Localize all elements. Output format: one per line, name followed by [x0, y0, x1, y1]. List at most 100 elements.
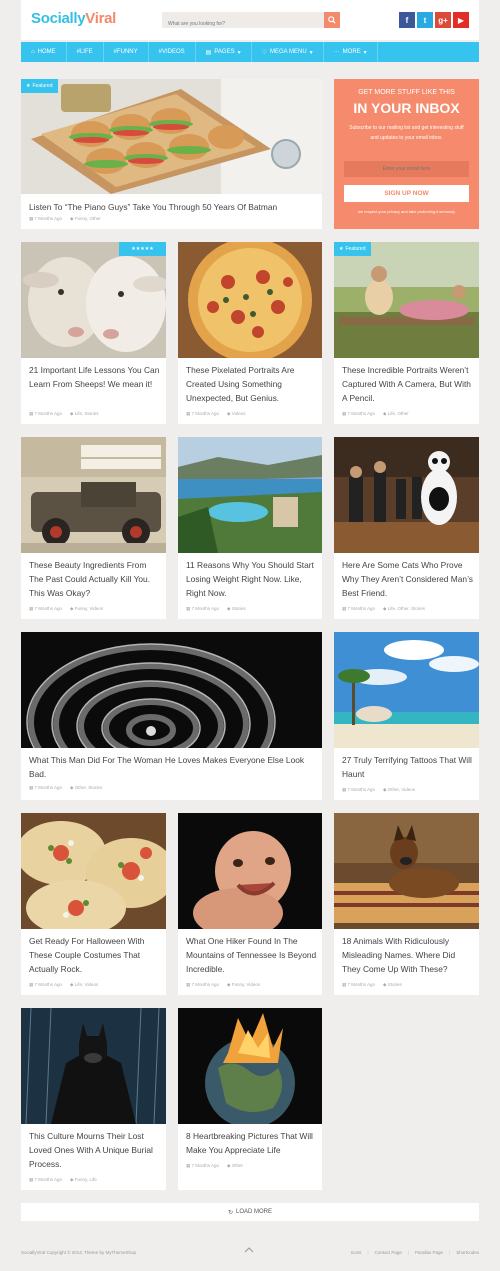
post-image[interactable] [178, 437, 322, 553]
post-card[interactable]: These Beauty Ingredients From The Past C… [21, 437, 166, 619]
search-input[interactable] [162, 16, 320, 32]
nav-item-home[interactable]: ⌂ HOME [21, 42, 67, 62]
featured-label: Featured [345, 246, 366, 252]
post-time: 7 Months Ago [347, 606, 376, 611]
post-title[interactable]: Here Are Some Cats Who Prove Why They Ar… [342, 558, 474, 600]
post-image[interactable] [178, 242, 322, 358]
post-card-featured[interactable]: ★ Featured These Incredible Portraits Wer… [334, 242, 479, 424]
post-image[interactable] [178, 1008, 322, 1124]
facebook-icon[interactable]: f [399, 12, 415, 28]
post-categories[interactable]: Funny, Life [75, 1177, 97, 1182]
post-card-featured[interactable]: ★ Featured Listen To “The Piano Guys” Tak… [21, 79, 322, 229]
rating-badge: ★★★★★ [119, 242, 166, 256]
post-title[interactable]: What This Man Did For The Woman He Loves… [29, 753, 317, 781]
search-button[interactable] [324, 12, 340, 28]
footer-link-parallax[interactable]: Parallax Page [415, 1250, 443, 1255]
post-categories[interactable]: Funny, Other [75, 216, 101, 221]
post-categories[interactable]: Funny, Videos [232, 982, 260, 987]
nav-item-videos[interactable]: #VIDEOS [149, 42, 196, 62]
post-image[interactable] [334, 632, 479, 748]
post-card[interactable]: What This Man Did For The Woman He Loves… [21, 632, 322, 800]
google-plus-icon[interactable]: g+ [435, 12, 451, 28]
post-meta: ▦ 7 Months Ago ◆ Stories [342, 982, 402, 988]
post-categories[interactable]: Life, Other, Stories [388, 606, 425, 611]
post-title[interactable]: 27 Truly Terrifying Tattoos That Will Ha… [342, 753, 474, 781]
post-title[interactable]: These Incredible Portraits Weren’t Captu… [342, 363, 474, 405]
post-categories[interactable]: Life, Other [388, 411, 409, 416]
post-image[interactable] [21, 813, 166, 929]
post-image[interactable] [21, 242, 166, 358]
post-time: 7 Months Ago [34, 1177, 63, 1182]
post-categories[interactable]: Videos [232, 411, 246, 416]
signup-button[interactable]: SIGN UP NOW [344, 185, 469, 202]
calendar-icon: ▦ 7 Months Ago [29, 785, 63, 790]
nav-label: #VIDEOS [158, 49, 185, 55]
post-title[interactable]: 8 Heartbreaking Pictures That Will Make … [186, 1129, 318, 1157]
post-card[interactable]: Get Ready For Halloween With These Coupl… [21, 813, 166, 995]
post-title[interactable]: Listen To “The Piano Guys” Take You Thro… [29, 200, 314, 214]
post-title[interactable]: What One Hiker Found In The Mountains of… [186, 934, 318, 976]
post-image[interactable] [21, 1008, 166, 1124]
tag-icon: ◆ Life, Videos [70, 982, 99, 987]
tag-icon: ◆ Stories [383, 982, 402, 987]
post-title[interactable]: Get Ready For Halloween With These Coupl… [29, 934, 161, 976]
twitter-icon[interactable]: t [417, 12, 433, 28]
post-card[interactable]: 11 Reasons Why You Should Start Losing W… [178, 437, 322, 619]
footer-link-contact[interactable]: Contact Page [375, 1250, 402, 1255]
post-categories[interactable]: Life, Videos [75, 982, 98, 987]
post-image[interactable] [21, 437, 166, 553]
ellipsis-icon: ··· [333, 49, 340, 55]
post-image[interactable] [334, 813, 479, 929]
post-card[interactable]: These Pixelated Portraits Are Created Us… [178, 242, 322, 424]
nav-item-life[interactable]: #LIFE [67, 42, 104, 62]
post-card[interactable]: This Culture Mourns Their Lost Loved One… [21, 1008, 166, 1190]
post-card[interactable]: 8 Heartbreaking Pictures That Will Make … [178, 1008, 322, 1190]
post-card[interactable]: 27 Truly Terrifying Tattoos That Will Ha… [334, 632, 479, 800]
post-title[interactable]: These Pixelated Portraits Are Created Us… [186, 363, 318, 405]
calendar-icon: ▦ 7 Months Ago [29, 216, 63, 221]
post-card[interactable]: What One Hiker Found In The Mountains of… [178, 813, 322, 995]
post-title[interactable]: 21 Important Life Lessons You Can Learn … [29, 363, 161, 391]
main-nav: ⌂ HOME #LIFE #FUNNY #VIDEOS ▤ PAGES ▾ ♡ MEGA… [21, 42, 479, 62]
post-image[interactable] [334, 437, 479, 553]
post-title[interactable]: These Beauty Ingredients From The Past C… [29, 558, 161, 600]
tag-icon: ◆ Other, Videos [383, 787, 415, 792]
post-title[interactable]: 11 Reasons Why You Should Start Losing W… [186, 558, 318, 600]
post-categories[interactable]: Funny, Videos [75, 606, 103, 611]
nav-item-more[interactable]: ··· MORE ▾ [324, 42, 378, 62]
footer-separator: | [367, 1250, 369, 1255]
post-categories[interactable]: Other [232, 1163, 243, 1168]
post-image[interactable] [21, 79, 322, 194]
post-card[interactable]: ★★★★★ 21 Important Life Lessons You Can … [21, 242, 166, 424]
post-card[interactable]: 18 Animals With Ridiculously Misleading … [334, 813, 479, 995]
newsletter-description: Subscribe to our mailing list and get in… [349, 125, 464, 141]
post-time: 7 Months Ago [191, 982, 220, 987]
post-categories[interactable]: Other, Videos [388, 787, 415, 792]
post-categories[interactable]: Life, Stories [75, 411, 99, 416]
nav-item-funny[interactable]: #FUNNY [104, 42, 149, 62]
post-image[interactable] [334, 242, 479, 358]
footer-link-shortcodes[interactable]: Shortcodes [456, 1250, 479, 1255]
post-card[interactable]: Here Are Some Cats Who Prove Why They Ar… [334, 437, 479, 619]
youtube-icon[interactable]: ▶ [453, 12, 469, 28]
post-image[interactable] [178, 813, 322, 929]
post-title[interactable]: 18 Animals With Ridiculously Misleading … [342, 934, 474, 976]
post-title[interactable]: This Culture Mourns Their Lost Loved One… [29, 1129, 161, 1171]
newsletter-email-field[interactable] [344, 161, 469, 177]
nav-item-mega-menu[interactable]: ♡ MEGA MENU ▾ [252, 42, 324, 62]
post-categories[interactable]: Stories [388, 982, 402, 987]
calendar-icon: ▦ 7 Months Ago [342, 411, 376, 416]
post-categories[interactable]: Stories [232, 606, 246, 611]
post-image[interactable] [21, 632, 322, 748]
tag-icon: ◆ Stories [227, 606, 246, 611]
post-meta: ▦ 7 Months Ago ◆ Other [186, 1163, 243, 1169]
load-more-button[interactable]: ↻ LOAD MORE [21, 1203, 479, 1221]
site-logo[interactable]: SociallyViral [31, 10, 116, 27]
post-categories[interactable]: Other, Stories [75, 785, 103, 790]
footer-link-icons[interactable]: Icons [351, 1250, 362, 1255]
site-header: SociallyViral f t g+ ▶ [21, 0, 479, 40]
nav-item-pages[interactable]: ▤ PAGES ▾ [196, 42, 252, 62]
back-to-top-icon[interactable] [244, 1247, 254, 1254]
post-meta: ▦ 7 Months Ago ◆ Videos [186, 411, 245, 417]
logo-part-1: Socially [31, 10, 86, 27]
